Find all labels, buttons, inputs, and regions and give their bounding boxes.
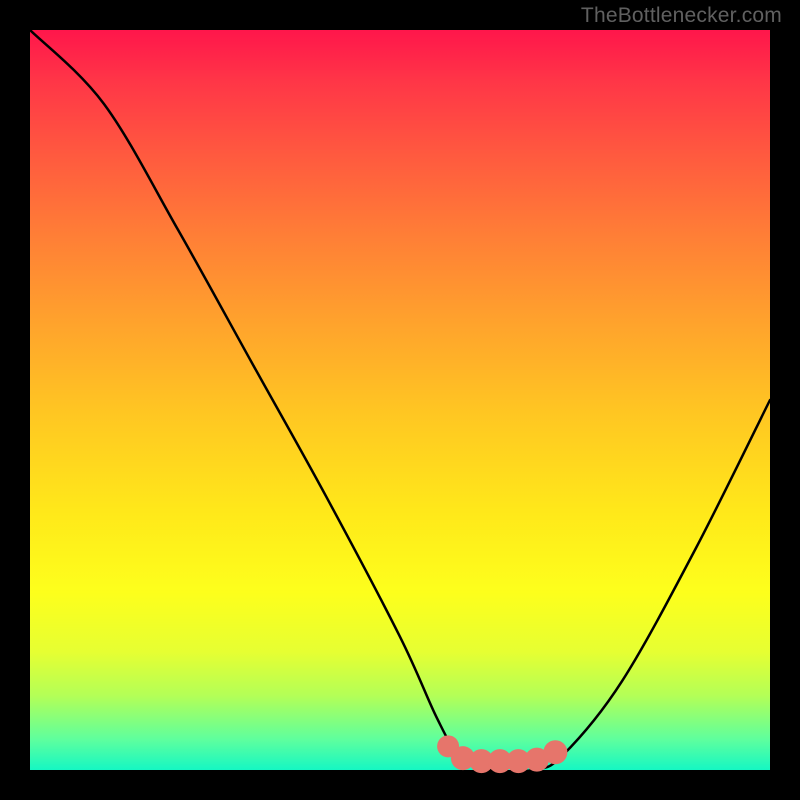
chart-svg [30, 30, 770, 770]
bottleneck-curve [30, 30, 770, 772]
watermark-text: TheBottlenecker.com [581, 4, 782, 28]
optimal-end [543, 740, 567, 764]
chart-plot-area [30, 30, 770, 770]
